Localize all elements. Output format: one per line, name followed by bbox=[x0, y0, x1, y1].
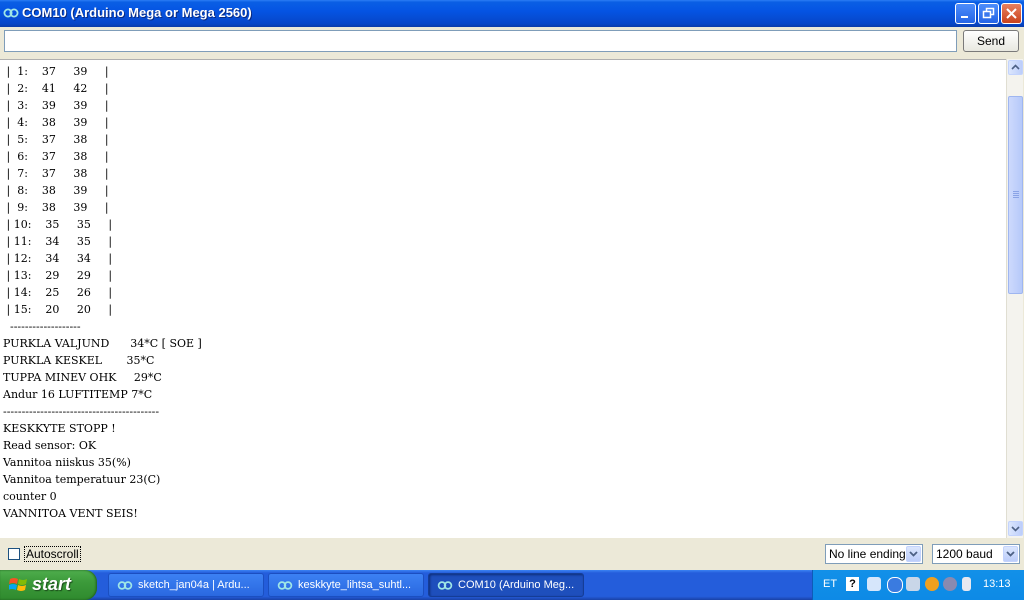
windows-logo-icon bbox=[9, 578, 27, 591]
dropdown-button[interactable] bbox=[906, 546, 921, 562]
bottom-bar: Autoscroll No line ending 1200 baud bbox=[0, 538, 1024, 570]
output-line: | 15: 20 20 | bbox=[3, 303, 113, 316]
output-line: | 5: 37 38 | bbox=[3, 133, 109, 146]
window-title: COM10 (Arduino Mega or Mega 2560) bbox=[22, 5, 252, 20]
arduino-icon bbox=[437, 581, 453, 590]
output-line: Vannitoa temperatuur 23(C) bbox=[3, 473, 161, 486]
arduino-icon bbox=[117, 581, 133, 590]
output-line: | 13: 29 29 | bbox=[3, 269, 113, 282]
output-line: | 2: 41 42 | bbox=[3, 82, 109, 95]
taskbar-item-com10[interactable]: COM10 (Arduino Meg... bbox=[428, 573, 584, 597]
serial-output[interactable]: | 1: 37 39 | | 2: 41 42 | | 3: 39 39 | |… bbox=[0, 59, 1006, 538]
scroll-up-button[interactable] bbox=[1008, 60, 1023, 75]
serial-input[interactable] bbox=[4, 30, 957, 52]
output-line: KESKKYTE STOPP ! bbox=[3, 422, 116, 435]
chevron-up-icon bbox=[1011, 64, 1020, 70]
scroll-down-button[interactable] bbox=[1008, 521, 1023, 536]
output-line: | 14: 25 26 | bbox=[3, 286, 113, 299]
output-line: TUPPA MINEV OHK 29*C bbox=[3, 371, 162, 384]
usb-device-icon[interactable] bbox=[962, 577, 971, 591]
help-icon[interactable]: ? bbox=[846, 577, 859, 591]
output-line: Read sensor: OK bbox=[3, 439, 97, 452]
arduino-icon bbox=[277, 581, 293, 590]
baud-rate-select[interactable]: 1200 baud bbox=[932, 544, 1020, 564]
output-line: PURKLA KESKEL 35*C bbox=[3, 354, 155, 367]
output-line: | 6: 37 38 | bbox=[3, 150, 109, 163]
output-line: | 8: 38 39 | bbox=[3, 184, 109, 197]
scroll-thumb[interactable] bbox=[1008, 96, 1023, 294]
output-line: | 4: 38 39 | bbox=[3, 116, 109, 129]
restore-icon bbox=[982, 7, 995, 19]
chevron-down-icon bbox=[1011, 526, 1020, 532]
autoscroll-label[interactable]: Autoscroll bbox=[24, 546, 81, 562]
autoscroll-checkbox[interactable] bbox=[8, 548, 20, 560]
monitor-icon[interactable] bbox=[906, 577, 920, 591]
audio-icon[interactable] bbox=[943, 577, 957, 591]
dropdown-button[interactable] bbox=[1003, 546, 1018, 562]
output-line: counter 0 bbox=[3, 490, 57, 503]
output-line: | 3: 39 39 | bbox=[3, 99, 109, 112]
output-line: Andur 16 LUFTITEMP 7*C bbox=[3, 388, 153, 401]
restore-button[interactable] bbox=[978, 3, 999, 24]
output-line: Vannitoa niiskus 35(%) bbox=[3, 456, 131, 469]
output-line: | 1: 37 39 | bbox=[3, 65, 109, 78]
send-row: Send bbox=[0, 27, 1024, 58]
output-line: | 10: 35 35 | bbox=[3, 218, 113, 231]
clock[interactable]: 13:13 bbox=[983, 578, 1011, 590]
arduino-icon bbox=[3, 8, 19, 18]
taskbar-item-label: keskkyte_lihtsa_suhtl... bbox=[298, 579, 412, 591]
output-line: ------------------- bbox=[3, 320, 81, 333]
start-label: start bbox=[32, 574, 72, 594]
antivirus-icon[interactable] bbox=[925, 577, 939, 591]
output-line: PURKLA VALJUND 34*C [ SOE ] bbox=[3, 337, 202, 350]
back-arrow-icon[interactable] bbox=[887, 577, 903, 593]
network-icon[interactable] bbox=[867, 577, 881, 591]
system-tray: ET ? 13:13 bbox=[812, 570, 1024, 600]
taskbar: start sketch_jan04a | Ardu... keskkyte_l… bbox=[0, 570, 1024, 600]
chevron-down-icon bbox=[909, 551, 918, 557]
baud-rate-value: 1200 baud bbox=[936, 547, 993, 561]
output-line: | 9: 38 39 | bbox=[3, 201, 109, 214]
output-line: VANNITOA VENT SEIS! bbox=[3, 507, 138, 520]
title-bar[interactable]: COM10 (Arduino Mega or Mega 2560) bbox=[0, 0, 1024, 27]
taskbar-item-sketch[interactable]: sketch_jan04a | Ardu... bbox=[108, 573, 264, 597]
close-button[interactable] bbox=[1001, 3, 1022, 24]
taskbar-item-keskkyte[interactable]: keskkyte_lihtsa_suhtl... bbox=[268, 573, 424, 597]
output-line: | 12: 34 34 | bbox=[3, 252, 113, 265]
taskbar-item-label: sketch_jan04a | Ardu... bbox=[138, 579, 250, 591]
start-button[interactable]: start bbox=[0, 570, 97, 600]
output-line: ----------------------------------------… bbox=[3, 405, 160, 418]
output-line: | 7: 37 38 | bbox=[3, 167, 109, 180]
line-ending-value: No line ending bbox=[829, 547, 906, 561]
minimize-button[interactable] bbox=[955, 3, 976, 24]
minimize-icon bbox=[961, 16, 968, 18]
language-indicator[interactable]: ET bbox=[823, 578, 837, 590]
output-lines: | 1: 37 39 | | 2: 41 42 | | 3: 39 39 | |… bbox=[3, 63, 202, 522]
taskbar-item-label: COM10 (Arduino Meg... bbox=[458, 579, 575, 591]
output-line: | 11: 34 35 | bbox=[3, 235, 113, 248]
vertical-scrollbar[interactable] bbox=[1006, 59, 1023, 538]
line-ending-select[interactable]: No line ending bbox=[825, 544, 923, 564]
send-button[interactable]: Send bbox=[963, 30, 1019, 52]
chevron-down-icon bbox=[1006, 551, 1015, 557]
close-icon bbox=[1006, 8, 1017, 19]
